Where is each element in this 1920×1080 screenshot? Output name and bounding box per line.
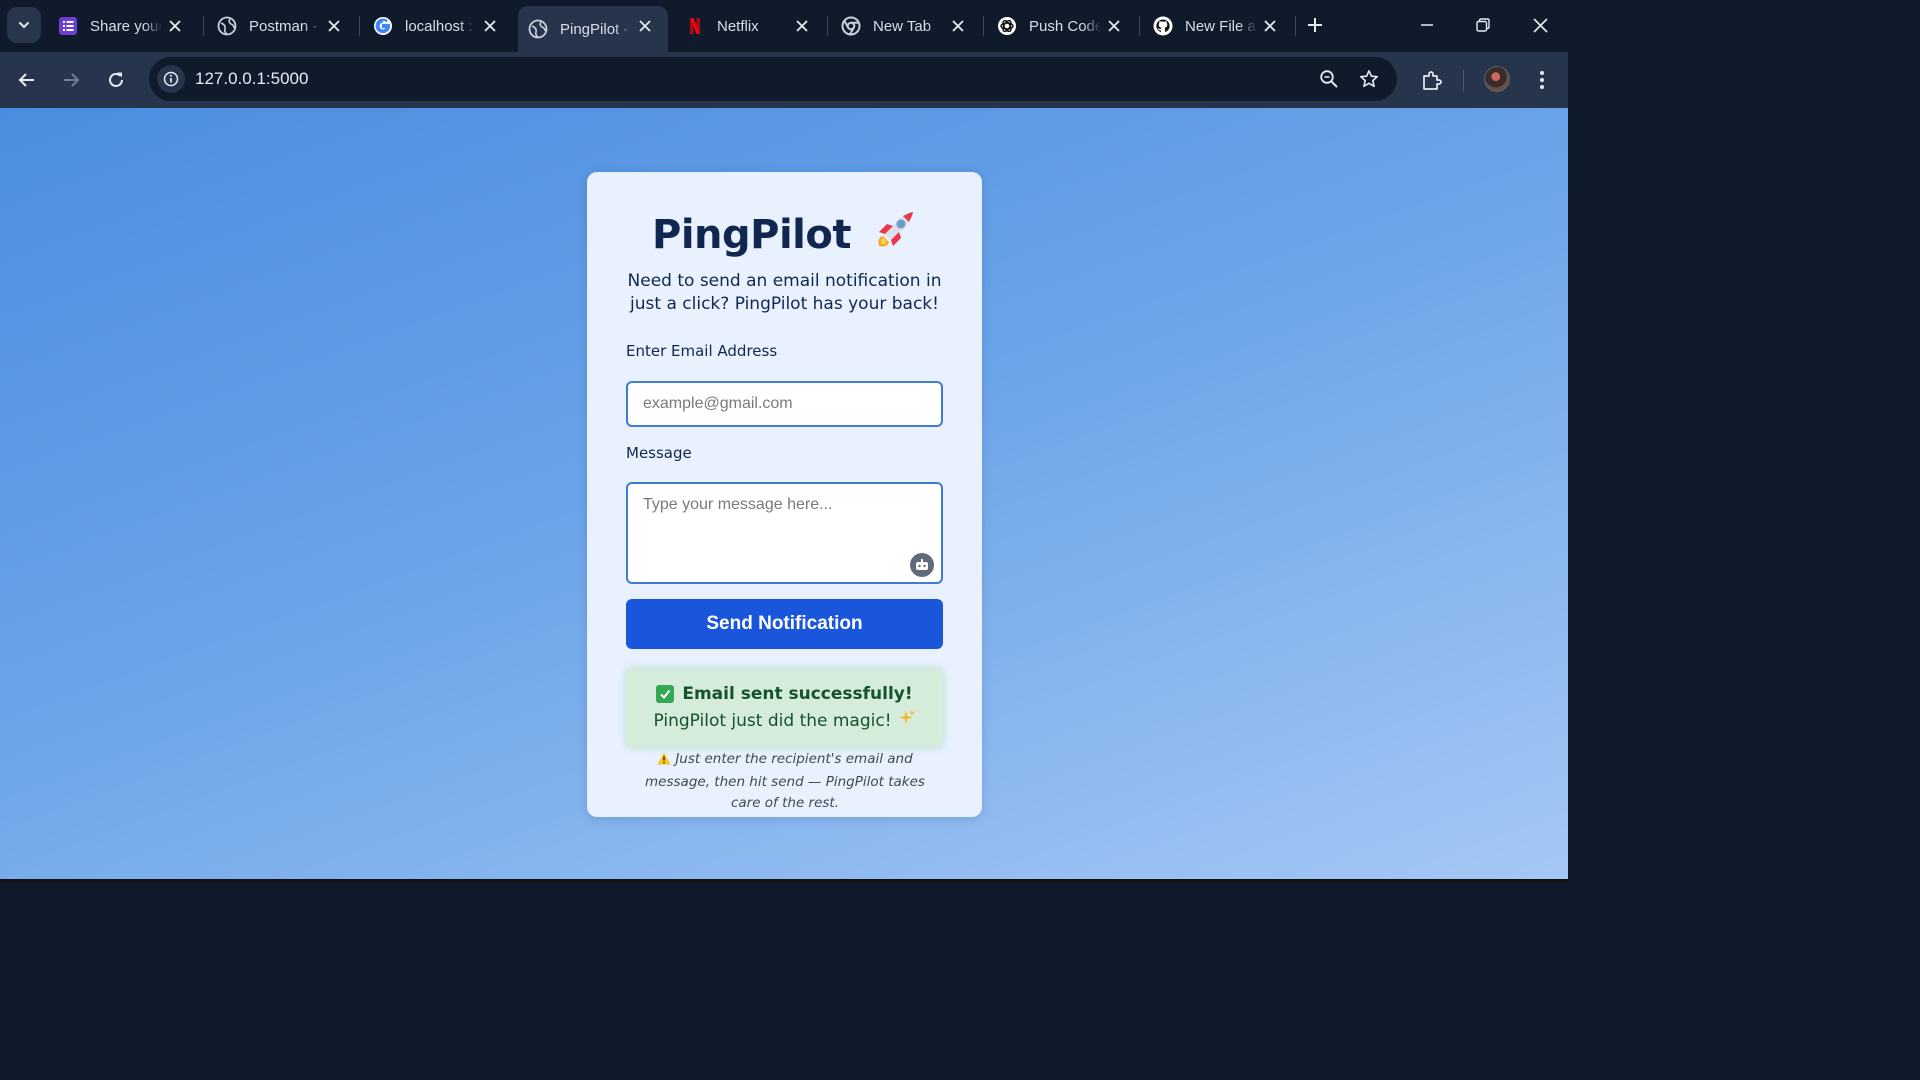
- globe-icon: [528, 19, 548, 39]
- close-tab-icon[interactable]: [481, 17, 499, 35]
- minimize-button[interactable]: [1412, 10, 1442, 40]
- tab-netflix[interactable]: Netflix: [675, 6, 825, 46]
- notification-card: PingPilot Need to send an email notifica…: [587, 172, 982, 817]
- globe-icon: [217, 16, 237, 36]
- email-label: Enter Email Address: [626, 342, 778, 360]
- close-window-button[interactable]: [1525, 10, 1555, 40]
- tab-title: New Tab: [873, 17, 932, 35]
- tab-separator: [827, 16, 828, 36]
- success-message: Email sent successfully! PingPilot just …: [626, 669, 943, 747]
- netflix-icon: [685, 16, 705, 36]
- tab-title: localhost :: [405, 17, 473, 35]
- close-tab-icon[interactable]: [325, 17, 343, 35]
- close-tab-icon[interactable]: [636, 17, 654, 35]
- page-viewport: PingPilot Need to send an email notifica…: [0, 108, 1568, 882]
- browser-toolbar: 127.0.0.1:5000: [0, 52, 1568, 108]
- close-icon: [1532, 17, 1548, 33]
- tab-separator: [983, 16, 984, 36]
- address-bar[interactable]: 127.0.0.1:5000: [149, 57, 1397, 101]
- page-title: PingPilot: [652, 211, 851, 258]
- close-tab-icon[interactable]: [949, 17, 967, 35]
- tab-separator: [359, 16, 360, 36]
- chrome-icon: [841, 16, 861, 36]
- tab-strip: Share your Postman - localhost : PingPil…: [0, 0, 1568, 52]
- tab-title: Push Code: [1029, 17, 1101, 35]
- help-note-text: Just enter the recipient's email and mes…: [645, 751, 925, 811]
- address-url[interactable]: 127.0.0.1:5000: [195, 69, 308, 89]
- tab-title: Postman -: [249, 17, 318, 35]
- tab-title: Netflix: [717, 17, 759, 35]
- tab-new-file[interactable]: New File a: [1143, 6, 1293, 46]
- title-row: PingPilot: [587, 208, 982, 261]
- sparkles-icon: [898, 709, 916, 732]
- menu-kebab-icon[interactable]: [1528, 66, 1556, 94]
- tab-separator: [203, 16, 204, 36]
- message-label: Message: [626, 444, 692, 462]
- extensions-icon[interactable]: [1418, 66, 1446, 94]
- tab-push-code[interactable]: Push Code: [987, 6, 1137, 46]
- reload-icon: [109, 72, 123, 87]
- writing-assistant-icon[interactable]: [910, 553, 934, 577]
- openai-icon: [997, 16, 1017, 36]
- success-title-row: Email sent successfully!: [626, 684, 943, 704]
- success-subtitle-row: PingPilot just did the magic!: [626, 709, 943, 732]
- success-subtitle: PingPilot just did the magic!: [653, 710, 892, 731]
- site-info-icon[interactable]: [157, 65, 185, 93]
- back-button[interactable]: [11, 64, 43, 96]
- tab-separator: [1295, 16, 1296, 36]
- bookmark-star-icon[interactable]: [1357, 67, 1381, 91]
- message-textarea[interactable]: [626, 482, 943, 584]
- window-bottom-edge: [0, 879, 1568, 882]
- new-tab-button[interactable]: [1302, 12, 1328, 38]
- forward-button[interactable]: [55, 64, 87, 96]
- check-mark-icon: [656, 685, 675, 703]
- close-tab-icon[interactable]: [1261, 17, 1279, 35]
- send-notification-button[interactable]: Send Notification: [626, 599, 943, 649]
- forms-icon: [58, 16, 78, 36]
- arrow-left-icon: [18, 73, 34, 87]
- plus-icon: [1308, 18, 1322, 32]
- tab-title: New File a: [1185, 17, 1256, 35]
- restore-button[interactable]: [1468, 10, 1498, 40]
- tagline: Need to send an email notification in ju…: [627, 271, 942, 314]
- arrow-right-icon: [64, 73, 80, 87]
- chevron-down-icon: [19, 22, 29, 29]
- zoom-icon[interactable]: [1317, 67, 1341, 91]
- reload-button[interactable]: [100, 64, 132, 96]
- close-tab-icon[interactable]: [166, 17, 184, 35]
- tab-separator: [1139, 16, 1140, 36]
- tab-localhost[interactable]: localhost :: [363, 6, 513, 46]
- success-title: Email sent successfully!: [682, 684, 913, 704]
- help-note: Just enter the recipient's email and mes…: [635, 749, 935, 814]
- tab-postman[interactable]: Postman -: [207, 6, 357, 46]
- close-tab-icon[interactable]: [1105, 17, 1123, 35]
- tab-search-button[interactable]: [7, 7, 41, 43]
- email-field[interactable]: [626, 381, 943, 427]
- restore-icon: [1476, 18, 1490, 32]
- tab-new-tab[interactable]: New Tab: [831, 6, 981, 46]
- warning-icon: [657, 751, 671, 772]
- tab-pingpilot[interactable]: PingPilot -: [518, 6, 668, 52]
- tab-title: PingPilot -: [560, 20, 629, 38]
- github-icon: [1153, 16, 1173, 36]
- toolbar-separator: [1463, 70, 1464, 92]
- google-icon: [373, 16, 393, 36]
- close-tab-icon[interactable]: [793, 17, 811, 35]
- tab-share-your[interactable]: Share your: [48, 6, 198, 46]
- minimize-icon: [1421, 24, 1433, 26]
- tab-title: Share your: [90, 17, 162, 35]
- avatar[interactable]: [1484, 66, 1510, 92]
- rocket-icon: [869, 208, 917, 261]
